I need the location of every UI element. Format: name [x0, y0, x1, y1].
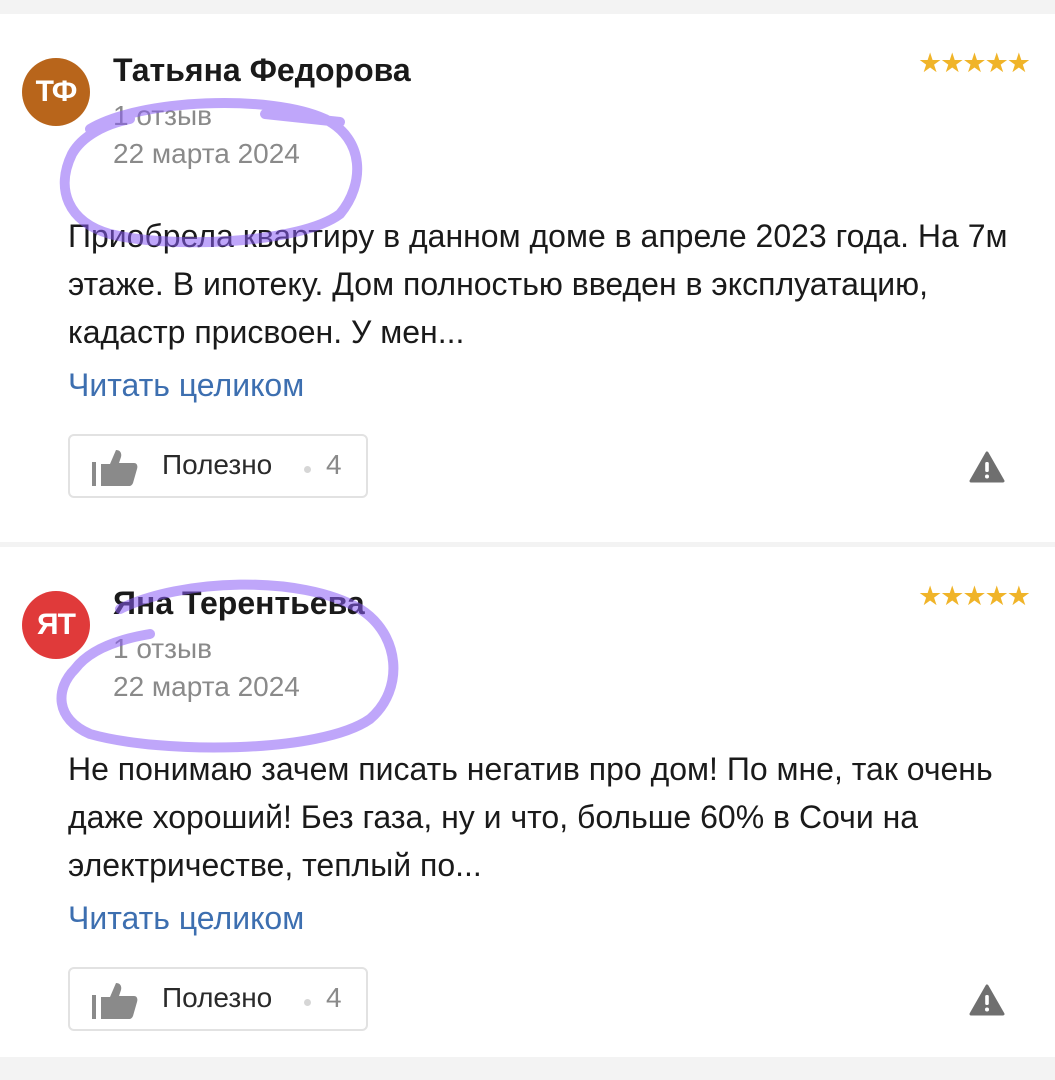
- author-name[interactable]: Татьяна Федорова: [113, 52, 411, 89]
- review-text: Приобрела квартиру в данном доме в апрел…: [68, 218, 1008, 350]
- review-text: Не понимаю зачем писать негатив про дом!…: [68, 751, 993, 883]
- review-card: ТФ Татьяна Федорова 1 отзыв 22 марта 202…: [0, 14, 1055, 542]
- helpful-button[interactable]: Полезно 4: [68, 967, 368, 1031]
- separator-dot: [304, 999, 311, 1006]
- helpful-count: 4: [326, 449, 342, 480]
- author-reviews-count: 1 отзыв: [113, 100, 212, 131]
- review-date: 22 марта 2024: [113, 671, 300, 702]
- avatar[interactable]: ЯТ: [22, 591, 90, 659]
- read-more-link[interactable]: Читать целиком: [68, 900, 304, 937]
- helpful-count: 4: [326, 982, 342, 1013]
- rating-stars: ★★★★★: [917, 48, 1031, 78]
- read-more-link[interactable]: Читать целиком: [68, 367, 304, 404]
- rating-stars: ★★★★★: [917, 581, 1031, 611]
- separator-dot: [304, 466, 311, 473]
- helpful-label: Полезно: [162, 449, 273, 480]
- reviews-feed: ТФ Татьяна Федорова 1 отзыв 22 марта 202…: [0, 0, 1055, 1080]
- author-reviews-count: 1 отзыв: [113, 633, 212, 664]
- avatar[interactable]: ТФ: [22, 58, 90, 126]
- helpful-label: Полезно: [162, 982, 273, 1013]
- warning-triangle-icon[interactable]: [969, 984, 1005, 1016]
- warning-triangle-icon[interactable]: [969, 451, 1005, 483]
- review-card: ЯТ Яна Терентьева 1 отзыв 22 марта 2024 …: [0, 547, 1055, 1057]
- review-date: 22 марта 2024: [113, 138, 300, 169]
- thumbs-up-icon: [92, 450, 138, 486]
- helpful-button[interactable]: Полезно 4: [68, 434, 368, 498]
- author-name[interactable]: Яна Терентьева: [113, 585, 365, 622]
- thumbs-up-icon: [92, 983, 138, 1019]
